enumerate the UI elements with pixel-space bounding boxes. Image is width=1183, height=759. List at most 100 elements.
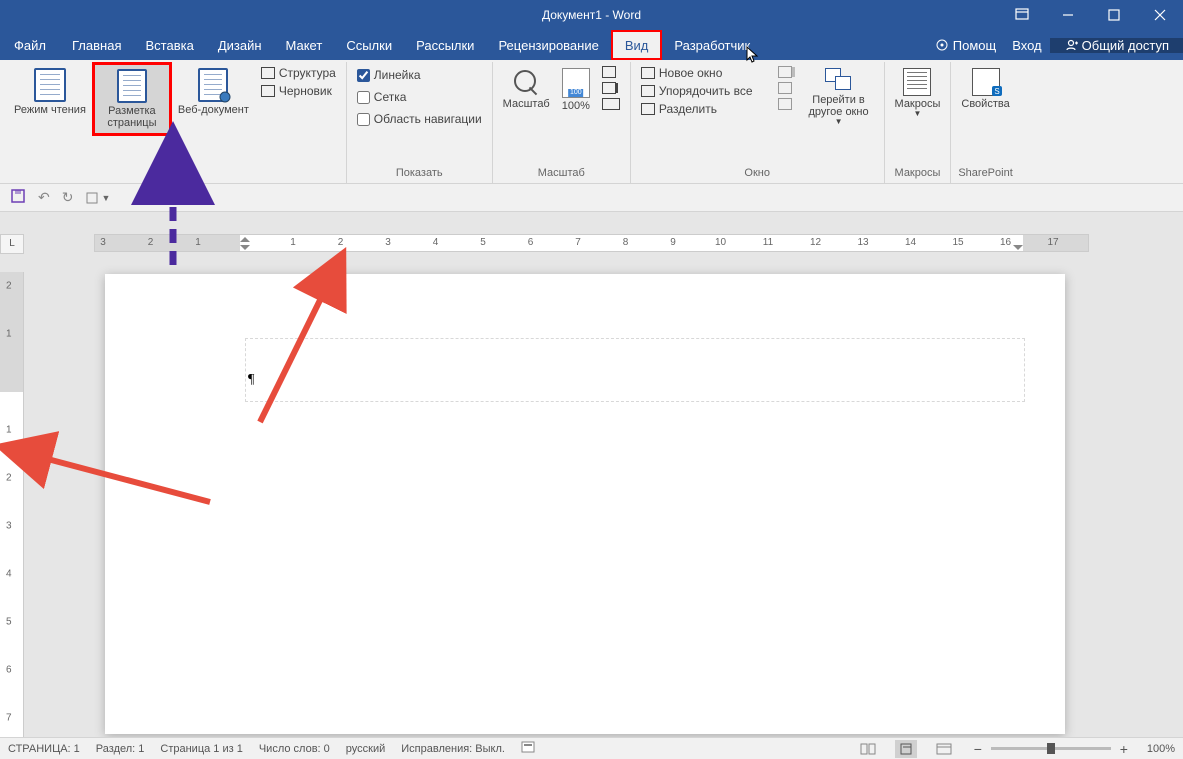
split-icon bbox=[641, 103, 655, 115]
ribbon-tabs: Файл Главная Вставка Дизайн Макет Ссылки… bbox=[0, 30, 1183, 60]
read-mode-button[interactable]: Режим чтения bbox=[10, 64, 90, 120]
status-bar: СТРАНИЦА: 1 Раздел: 1 Страница 1 из 1 Чи… bbox=[0, 737, 1183, 759]
zoom-slider[interactable]: − + bbox=[971, 742, 1131, 756]
status-section[interactable]: Раздел: 1 bbox=[96, 743, 145, 755]
group-show: Линейка Сетка Область навигации Показать bbox=[347, 62, 493, 183]
status-page-of[interactable]: Страница 1 из 1 bbox=[160, 743, 242, 755]
navigation-checkbox-input[interactable] bbox=[357, 113, 370, 126]
gridlines-checkbox[interactable]: Сетка bbox=[353, 88, 486, 106]
zoom-100-label: 100% bbox=[562, 100, 590, 112]
document-page[interactable]: ¶ bbox=[105, 274, 1065, 734]
arrange-all-icon bbox=[641, 85, 655, 97]
view-print-button[interactable] bbox=[895, 740, 917, 758]
minimize-button[interactable] bbox=[1045, 0, 1091, 30]
document-area: L 3211234567891011121314151617 211234567… bbox=[0, 212, 1183, 737]
switch-windows-label: Перейти в другое окно bbox=[804, 94, 874, 118]
tab-home[interactable]: Главная bbox=[60, 30, 133, 60]
tab-design[interactable]: Дизайн bbox=[206, 30, 274, 60]
tell-me[interactable]: Помощ bbox=[927, 38, 1004, 53]
switch-windows-icon bbox=[825, 68, 853, 92]
group-show-label: Показать bbox=[353, 165, 486, 183]
redo-button[interactable]: ↻ bbox=[62, 189, 74, 206]
print-layout-button[interactable]: Разметка страницы bbox=[94, 64, 170, 134]
zoom-out-button[interactable]: − bbox=[971, 742, 985, 756]
multi-page-icon bbox=[602, 82, 616, 94]
new-window-button[interactable]: Новое окно bbox=[637, 66, 757, 80]
paragraph-mark: ¶ bbox=[248, 372, 254, 388]
status-page[interactable]: СТРАНИЦА: 1 bbox=[8, 743, 80, 755]
tab-references[interactable]: Ссылки bbox=[334, 30, 404, 60]
horizontal-ruler[interactable]: 3211234567891011121314151617 bbox=[94, 234, 1089, 252]
one-page-icon bbox=[602, 66, 616, 78]
tab-insert[interactable]: Вставка bbox=[133, 30, 205, 60]
maximize-button[interactable] bbox=[1091, 0, 1137, 30]
qat-customize-button[interactable]: ▼ bbox=[85, 191, 110, 205]
reset-position-button bbox=[774, 98, 796, 110]
undo-button[interactable]: ↶ bbox=[38, 189, 50, 206]
multi-page-button[interactable] bbox=[598, 82, 624, 94]
tab-layout[interactable]: Макет bbox=[274, 30, 335, 60]
save-button[interactable] bbox=[10, 188, 26, 207]
reset-position-icon bbox=[778, 98, 792, 110]
status-language[interactable]: русский bbox=[346, 743, 385, 755]
tell-me-label: Помощ bbox=[953, 38, 996, 53]
page-width-button[interactable] bbox=[598, 98, 624, 110]
title-bar: Документ1 - Word bbox=[0, 0, 1183, 30]
ruler-corner[interactable]: L bbox=[0, 234, 24, 254]
outline-button[interactable]: Структура bbox=[257, 66, 340, 80]
status-macro-icon[interactable] bbox=[521, 741, 535, 756]
side-by-side-button bbox=[774, 66, 796, 78]
zoom-100-button[interactable]: 100% bbox=[558, 64, 594, 116]
draft-icon bbox=[261, 85, 275, 97]
tab-mailings[interactable]: Рассылки bbox=[404, 30, 486, 60]
sync-scroll-button bbox=[774, 82, 796, 94]
zoom-thumb[interactable] bbox=[1047, 743, 1055, 754]
zoom-track[interactable] bbox=[991, 747, 1111, 750]
one-page-button[interactable] bbox=[598, 66, 624, 78]
zoom-button[interactable]: Масштаб bbox=[499, 64, 554, 114]
outline-icon bbox=[261, 67, 275, 79]
cursor-icon bbox=[746, 46, 760, 64]
web-layout-button[interactable]: Веб-документ bbox=[174, 64, 253, 120]
macros-button[interactable]: Макросы ▼ bbox=[891, 64, 945, 123]
new-window-icon bbox=[641, 67, 655, 79]
arrange-all-button[interactable]: Упорядочить все bbox=[637, 84, 757, 98]
group-sharepoint-label: SharePoint bbox=[957, 165, 1013, 183]
ribbon-options-button[interactable] bbox=[999, 0, 1045, 30]
print-layout-label: Разметка страницы bbox=[99, 105, 165, 129]
tab-file[interactable]: Файл bbox=[0, 30, 60, 60]
gridlines-checkbox-input[interactable] bbox=[357, 91, 370, 104]
group-macros: Макросы ▼ Макросы bbox=[885, 62, 952, 183]
share-label: Общий доступ bbox=[1082, 38, 1169, 53]
tab-review[interactable]: Рецензирование bbox=[486, 30, 610, 60]
sign-in-link[interactable]: Вход bbox=[1004, 38, 1049, 53]
ruler-checkbox[interactable]: Линейка bbox=[353, 66, 486, 84]
zoom-in-button[interactable]: + bbox=[1117, 742, 1131, 756]
read-mode-label: Режим чтения bbox=[14, 104, 86, 116]
group-views: Режим чтения Разметка страницы Веб-докум… bbox=[4, 62, 347, 183]
draft-button[interactable]: Черновик bbox=[257, 84, 340, 98]
status-words[interactable]: Число слов: 0 bbox=[259, 743, 330, 755]
share-button[interactable]: Общий доступ bbox=[1050, 38, 1183, 53]
first-line-indent-marker[interactable] bbox=[240, 232, 250, 242]
svg-text:S: S bbox=[994, 87, 999, 96]
switch-windows-button[interactable]: Перейти в другое окно ▼ bbox=[800, 64, 878, 131]
close-button[interactable] bbox=[1137, 0, 1183, 30]
tab-view[interactable]: Вид bbox=[611, 30, 663, 60]
ruler-checkbox-input[interactable] bbox=[357, 69, 370, 82]
split-button[interactable]: Разделить bbox=[637, 102, 757, 116]
left-indent-marker[interactable] bbox=[240, 245, 250, 255]
right-indent-marker[interactable] bbox=[1013, 245, 1023, 255]
properties-button[interactable]: S Свойства bbox=[957, 64, 1013, 114]
view-web-button[interactable] bbox=[933, 740, 955, 758]
print-layout-icon bbox=[117, 69, 147, 103]
dropdown-icon: ▼ bbox=[835, 118, 843, 127]
view-read-button[interactable] bbox=[857, 740, 879, 758]
macros-icon bbox=[903, 68, 931, 96]
zoom-percent[interactable]: 100% bbox=[1147, 743, 1175, 755]
zoom-100-icon bbox=[562, 68, 590, 98]
header-area bbox=[245, 338, 1025, 402]
status-revisions[interactable]: Исправления: Выкл. bbox=[401, 743, 505, 755]
navigation-checkbox[interactable]: Область навигации bbox=[353, 110, 486, 128]
vertical-ruler[interactable]: 211234567 bbox=[0, 272, 24, 737]
